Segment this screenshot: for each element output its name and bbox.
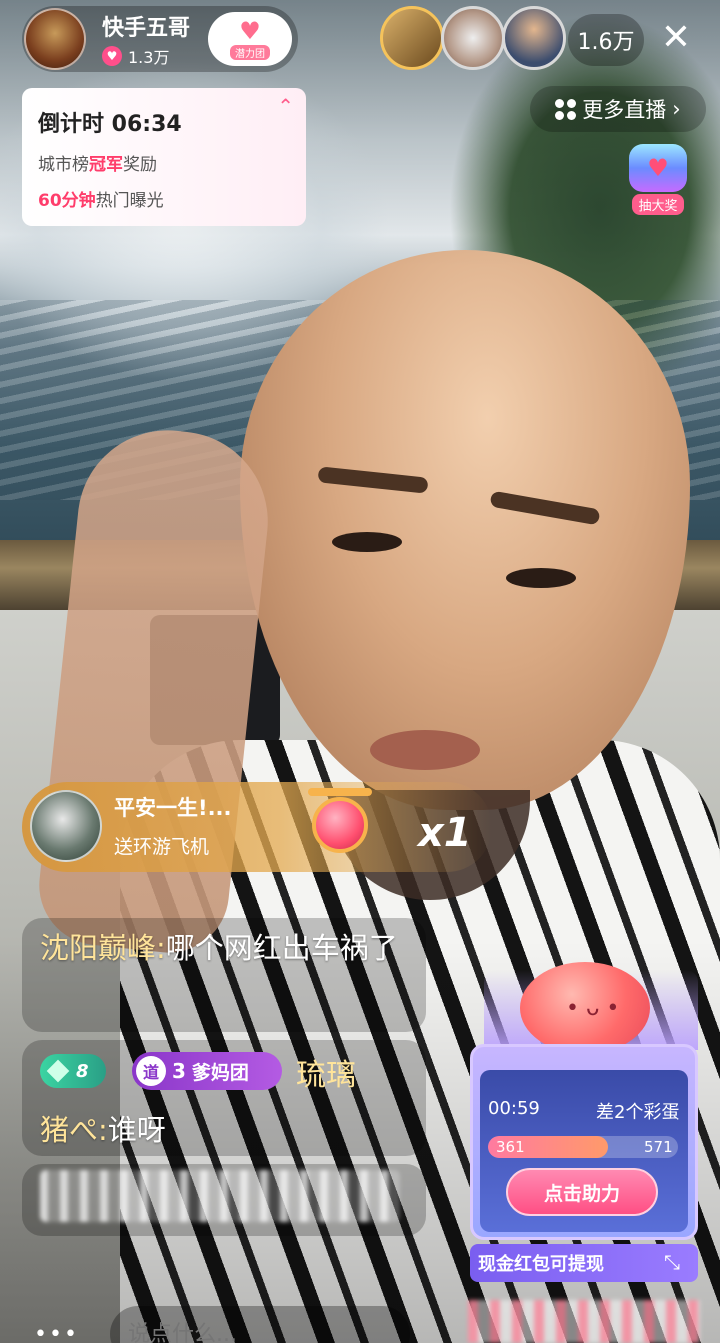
- fan-group-name: 爹妈团: [191, 1061, 249, 1084]
- blurred-bottom-actions: [468, 1300, 700, 1343]
- chat-message-content: 沈阳巅峰:哪个网红出车祸了: [40, 928, 410, 968]
- more-live-button[interactable]: 更多直播 ›: [530, 86, 706, 132]
- gift-count: x1: [418, 810, 472, 856]
- host-avatar[interactable]: [24, 8, 86, 70]
- help-button[interactable]: 点击助力: [506, 1168, 658, 1216]
- blurred-chat-message: [40, 1170, 400, 1222]
- countdown-exposure-line: 60分钟热门曝光: [38, 186, 164, 211]
- comment-input[interactable]: [110, 1306, 410, 1343]
- fanclub-label: 潜力团: [230, 44, 270, 60]
- fan-group-badge: 道 3 爹妈团: [132, 1052, 282, 1090]
- reward-accent: 冠军: [89, 155, 123, 175]
- help-eggs-remaining: 差2个彩蛋: [596, 1102, 680, 1123]
- lottery-button[interactable]: ♥ 抽大奖: [626, 144, 690, 218]
- gift-sender-name: 平安一生!...: [114, 796, 232, 820]
- expand-icon[interactable]: ⤡: [664, 1250, 680, 1274]
- airplane-gift-icon: [300, 786, 380, 864]
- more-dots-icon[interactable]: •••: [34, 1322, 79, 1343]
- chevron-right-icon: ›: [672, 97, 681, 121]
- help-timer: 00:59: [488, 1098, 540, 1119]
- viewer-count[interactable]: 1.6万: [568, 14, 644, 66]
- heart-mascot-face: • ᴗ •: [566, 996, 620, 1021]
- fan-mark-icon: 道: [136, 1056, 166, 1086]
- top-viewer-avatar-2[interactable]: [441, 6, 505, 70]
- top-viewer-avatar-1[interactable]: [380, 6, 444, 70]
- help-progress-target: 571: [644, 1138, 673, 1156]
- grid-icon: [555, 98, 577, 120]
- reward-suffix: 奖励: [123, 155, 157, 175]
- host-likes-count: 1.3万: [128, 48, 170, 67]
- gem-icon: [46, 1059, 70, 1083]
- exposure-suffix: 热门曝光: [95, 191, 164, 211]
- fanclub-button[interactable]: ♥ 潜力团: [208, 12, 292, 66]
- chat-message-content: 猪ぺ:谁呀: [40, 1110, 166, 1150]
- countdown-title: 倒计时 06:34: [38, 112, 182, 137]
- exposure-accent: 60分钟: [38, 191, 96, 211]
- chat-text: 哪个网红出车祸了: [165, 931, 398, 965]
- top-viewer-avatar-3[interactable]: [502, 6, 566, 70]
- host-likes: ♥ 1.3万: [102, 44, 169, 68]
- user-level: 8: [76, 1060, 89, 1082]
- help-progress-current: 361: [496, 1138, 525, 1156]
- chat-text: 谁呀: [107, 1113, 166, 1147]
- countdown-card[interactable]: 倒计时 06:34 ⌃ 城市榜冠军奖励 60分钟热门曝光: [22, 88, 306, 226]
- fanclub-heart-icon: ♥: [239, 16, 261, 45]
- close-icon[interactable]: ✕: [652, 14, 700, 62]
- reward-prefix: 城市榜: [38, 155, 89, 175]
- heart-icon: ♥: [102, 46, 122, 66]
- countdown-reward-line: 城市榜冠军奖励: [38, 150, 157, 175]
- user-level-badge: 8: [40, 1054, 106, 1088]
- chat-username[interactable]: 猪ぺ:: [40, 1113, 108, 1147]
- fan-level: 3: [172, 1059, 186, 1083]
- gift-description: 送环游飞机: [114, 836, 210, 858]
- fan-display-name: 琉璃: [296, 1058, 356, 1093]
- host-name: 快手五哥: [102, 16, 191, 41]
- gift-sender-avatar[interactable]: [30, 790, 102, 862]
- chevron-up-icon[interactable]: ⌃: [277, 94, 294, 118]
- lottery-heart-icon: ♥: [629, 144, 687, 192]
- lottery-label: 抽大奖: [632, 194, 684, 215]
- chat-username[interactable]: 沈阳巅峰:: [40, 931, 166, 965]
- more-live-label: 更多直播: [582, 98, 667, 122]
- cash-redpacket-label: 现金红包可提现: [478, 1254, 604, 1275]
